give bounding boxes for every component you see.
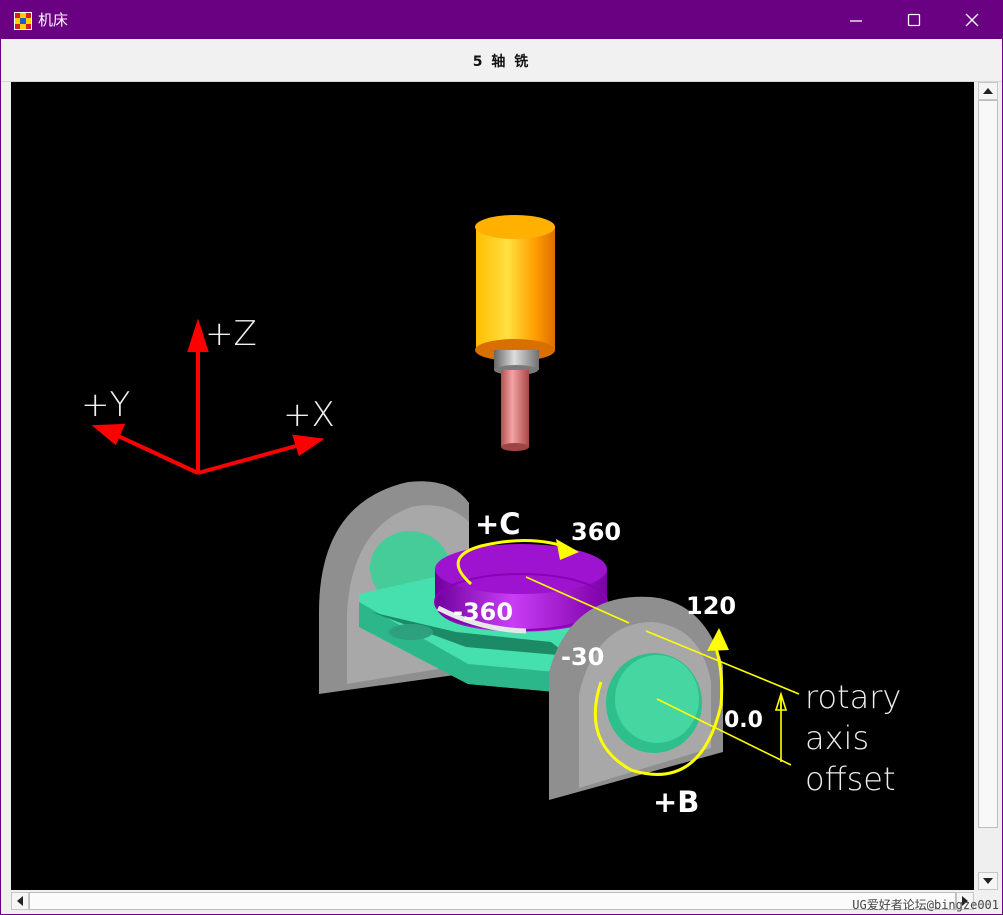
horizontal-scroll-thumb[interactable]	[29, 892, 956, 910]
close-icon	[965, 13, 979, 27]
horizontal-scrollbar[interactable]	[11, 890, 974, 912]
machine-scene: +Z +Y +X +C 360 -360 120 -30 0.0 +B rota…	[81, 215, 901, 819]
window-title: 机床	[38, 11, 69, 29]
triangle-up-icon	[983, 88, 993, 94]
x-axis-label: +X	[283, 395, 335, 435]
z-axis-label: +Z	[205, 314, 257, 354]
c-max-value: 360	[571, 518, 621, 546]
b-min-value: -30	[561, 643, 604, 671]
vertical-scroll-thumb[interactable]	[978, 100, 998, 828]
c-axis-label: +C	[475, 507, 521, 541]
scroll-left-button[interactable]	[11, 892, 29, 910]
maximize-icon	[907, 13, 921, 27]
spindle-tool	[475, 215, 555, 451]
watermark-text: UG爱好者论坛@bingze001	[852, 898, 999, 912]
triangle-left-icon	[17, 896, 23, 906]
b-axis-label: +B	[653, 785, 699, 819]
y-axis-label: +Y	[81, 385, 130, 425]
annotation-line-axis: axis	[805, 719, 869, 757]
minimize-button[interactable]	[827, 1, 885, 39]
offset-value: 0.0	[724, 708, 763, 733]
graphics-viewport[interactable]: +Z +Y +X +C 360 -360 120 -30 0.0 +B rota…	[11, 82, 974, 890]
minimize-icon	[850, 20, 862, 22]
annotation-line-rotary: rotary	[805, 678, 901, 716]
right-trunnion	[549, 596, 723, 800]
close-button[interactable]	[943, 1, 1001, 39]
b-max-value: 120	[686, 592, 736, 620]
vertical-scrollbar[interactable]	[974, 82, 1002, 890]
c-min-value: -360	[453, 598, 513, 626]
scroll-up-button[interactable]	[978, 82, 998, 100]
triangle-down-icon	[983, 878, 993, 884]
header-bar: 5 轴 铣	[1, 39, 1002, 82]
annotation-line-offset: offset	[805, 760, 896, 798]
title-bar: 机床	[1, 1, 1002, 39]
machine-type-label: 5 轴 铣	[472, 54, 531, 70]
app-icon	[14, 12, 32, 30]
scroll-down-button[interactable]	[978, 872, 998, 890]
machine-window: 机床 5 轴 铣 +Z +Y +X +C 360 -360 120 -30 0.…	[0, 0, 1003, 915]
maximize-button[interactable]	[885, 1, 943, 39]
